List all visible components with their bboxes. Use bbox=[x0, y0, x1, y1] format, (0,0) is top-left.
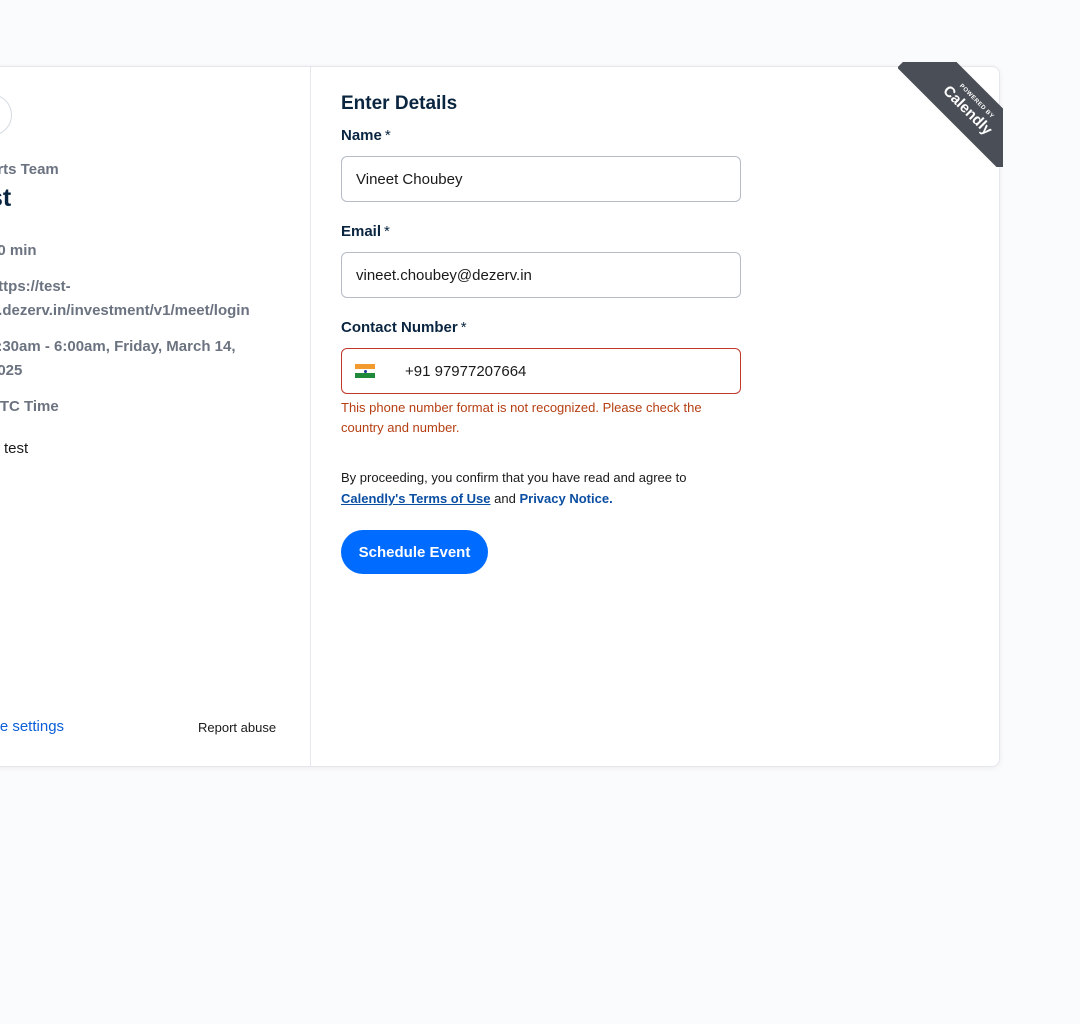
event-timezone: UTC Time bbox=[0, 398, 59, 415]
location-line-2: g.dezerv.in/investment/v1/meet/login bbox=[0, 302, 250, 319]
cookie-settings-link[interactable]: kie settings bbox=[0, 718, 64, 735]
powered-by-ribbon: POWERED BY Calendly bbox=[898, 62, 1003, 167]
email-input[interactable] bbox=[341, 252, 741, 298]
event-duration: 30 min bbox=[0, 239, 289, 263]
event-details-panel: ← erts Team st 30 min https://test- g.de… bbox=[0, 67, 311, 766]
report-abuse-link[interactable]: Report abuse bbox=[198, 720, 276, 735]
event-description: is test bbox=[0, 440, 29, 457]
privacy-notice-link[interactable]: Privacy Notice. bbox=[519, 491, 612, 506]
location-line-1: https://test- bbox=[0, 278, 71, 295]
india-flag-icon[interactable] bbox=[355, 364, 375, 379]
organizer-name: erts Team bbox=[0, 161, 59, 178]
duration-text: 30 min bbox=[0, 242, 37, 259]
required-mark: * bbox=[460, 319, 467, 336]
arrow-left-icon: ← bbox=[0, 106, 1, 124]
email-label-text: Email bbox=[341, 223, 382, 240]
email-label: Email * bbox=[341, 223, 390, 240]
name-input[interactable] bbox=[341, 156, 741, 202]
booking-card: ← erts Team st 30 min https://test- g.de… bbox=[0, 66, 1000, 767]
event-datetime: 5:30am - 6:00am, Friday, March 14, 2025 bbox=[0, 335, 289, 383]
consent-text: By proceeding, you confirm that you have… bbox=[341, 467, 761, 509]
required-mark: * bbox=[384, 127, 391, 144]
consent-statement: By proceeding, you confirm that you have… bbox=[341, 470, 687, 485]
contact-label-text: Contact Number bbox=[341, 319, 458, 336]
phone-input[interactable] bbox=[403, 361, 727, 381]
powered-by-badge[interactable]: POWERED BY Calendly bbox=[898, 62, 1003, 167]
consent-and: and bbox=[494, 491, 516, 506]
schedule-event-button[interactable]: Schedule Event bbox=[341, 530, 488, 574]
terms-of-use-link[interactable]: Calendly's Terms of Use bbox=[341, 491, 491, 506]
datetime-line-2: 2025 bbox=[0, 362, 23, 379]
required-mark: * bbox=[384, 223, 390, 240]
phone-field bbox=[341, 348, 741, 394]
event-location: https://test- g.dezerv.in/investment/v1/… bbox=[0, 275, 289, 323]
booking-form: Enter Details Name* Email* Contact Numbe… bbox=[341, 67, 981, 766]
phone-error-message: This phone number format is not recogniz… bbox=[341, 400, 702, 435]
form-title: Enter Details bbox=[341, 93, 458, 114]
back-button[interactable]: ← bbox=[0, 94, 12, 136]
contact-number-label: Contact Number * bbox=[341, 319, 467, 336]
event-name: st bbox=[0, 184, 12, 212]
name-label: Name * bbox=[341, 127, 391, 144]
name-label-text: Name bbox=[341, 127, 382, 144]
datetime-line-1: 5:30am - 6:00am, Friday, March 14, bbox=[0, 338, 236, 355]
